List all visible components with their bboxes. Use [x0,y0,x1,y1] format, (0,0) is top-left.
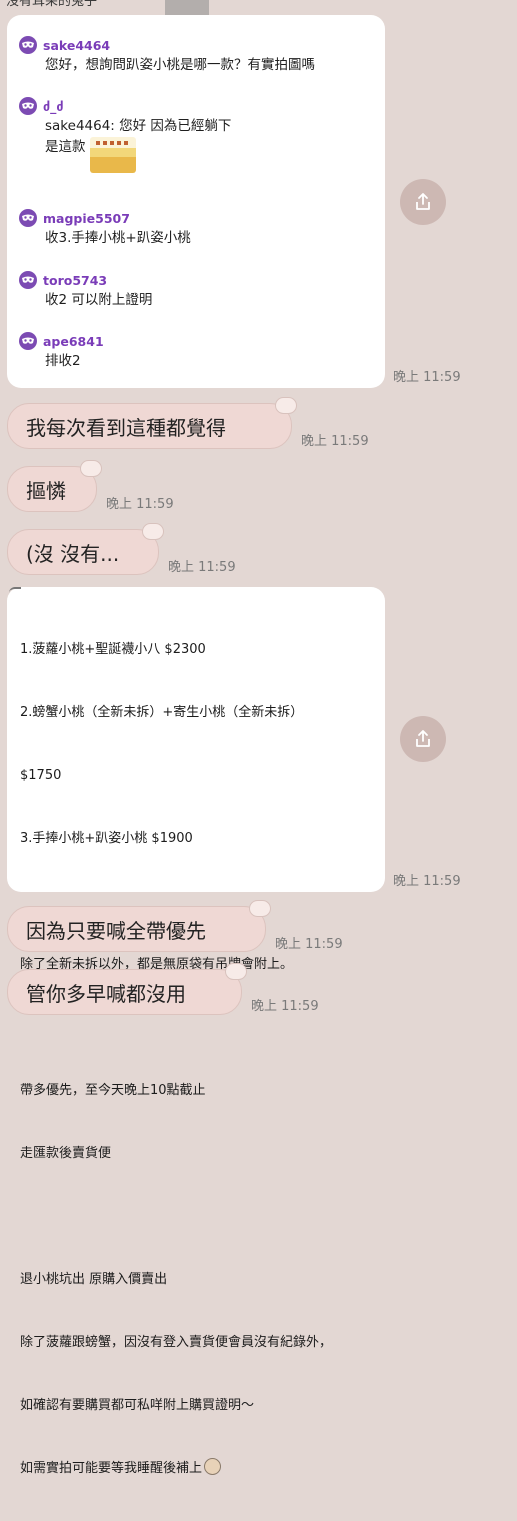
share-icon [416,730,430,747]
comment-username: sake4464 [43,37,111,53]
comment-text-line2: 是這款 [45,137,231,173]
mask-icon [19,36,37,54]
comment-username: toro5743 [43,272,108,288]
message-time: 晚上 11:59 [275,937,343,952]
post-body: 1.菠蘿小桃+聖誕襪小八 $2300 2.螃蟹小桃（全新未拆）+寄生小桃（全新未… [20,597,375,1521]
message-bubble[interactable]: 摳憐 [7,460,102,512]
message-time: 晚上 11:59 [168,560,236,575]
message-time: 晚上 11:59 [251,999,319,1014]
sender-name: 沒有耳朵的兔子 [6,0,98,9]
message-time: 晚上 11:59 [301,434,369,449]
message-time: 晚上 11:59 [393,370,461,385]
message-bubble[interactable]: 因為只要喊全帶優先 [7,900,271,952]
share-button[interactable] [400,716,446,762]
comment: ძ_ძ sake4464: 您好 因為已經躺下 是這款 [19,96,231,173]
post-line: 帶多優先，至今天晚上10點截止 [20,1083,206,1098]
post-line-last: 如需實拍可能要等我睡醒後補上 [20,1458,375,1479]
sticker-image[interactable] [89,137,136,173]
comment-username: magpie5507 [43,210,130,226]
shared-post-card[interactable]: 1.菠蘿小桃+聖誕襪小八 $2300 2.螃蟹小桃（全新未拆）+寄生小桃（全新未… [7,587,385,1476]
mask-icon [19,97,37,115]
comment: ape6841 排收2 [19,331,104,372]
message-bubble[interactable]: (沒 沒有... [7,523,164,575]
bubble-tail [80,460,102,477]
bubble-tail [142,523,164,540]
post-line-blank [20,1017,375,1038]
shared-comments-card[interactable]: sake4464 您好，想詢問趴姿小桃是哪一款？有實拍圖嗎 ძ_ძ sake44… [7,15,385,388]
face-emoji-icon [204,1458,222,1475]
share-icon [416,193,430,210]
mask-icon [19,271,37,289]
message-text: 摳憐 [26,478,66,503]
message-text: 因為只要喊全帶優先 [26,918,206,943]
post-line: $1750 [20,768,62,783]
quote-indicator [9,587,21,595]
comment-username: ძ_ძ [43,98,64,114]
mask-icon [19,332,37,350]
message-time: 晚上 11:59 [106,497,174,512]
post-line: 1.菠蘿小桃+聖誕襪小八 $2300 [20,642,206,657]
comment: magpie5507 收3.手捧小桃+趴姿小桃 [19,208,191,249]
comment-text: 收2 可以附上證明 [45,292,153,308]
comment-username: ape6841 [43,333,104,349]
comment: sake4464 您好，想詢問趴姿小桃是哪一款？有實拍圖嗎 [19,35,315,76]
message-text: 我每次看到這種都覺得 [26,415,226,440]
bubble-tail [249,900,271,917]
comment-text: 您好，想詢問趴姿小桃是哪一款？有實拍圖嗎 [45,57,315,73]
message-time: 晚上 11:59 [393,874,461,889]
mask-icon [19,209,37,227]
post-line: 如確認有要購買都可私咩附上購買證明～ [20,1398,255,1413]
comment-text: 是這款 [45,139,86,155]
message-bubble[interactable]: 我每次看到這種都覺得 [7,397,297,449]
post-line: 除了菠蘿跟螃蟹，因沒有登入賣貨便會員沒有紀錄外， [20,1335,333,1350]
message-bubble[interactable]: 管你多早喊都沒用 [7,963,247,1015]
comment-text: sake4464: 您好 因為已經躺下 [45,118,232,134]
bubble-tail [225,963,247,980]
message-text: 管你多早喊都沒用 [26,981,186,1006]
comment-text: 排收2 [45,353,81,369]
message-text: (沒 沒有... [26,541,120,566]
comment: toro5743 收2 可以附上證明 [19,270,152,311]
post-line: 3.手捧小桃+趴姿小桃 $1900 [20,831,193,846]
post-line: 走匯款後賣貨便 [20,1146,112,1161]
post-line: 2.螃蟹小桃（全新未拆）+寄生小桃（全新未拆） [20,705,304,720]
comment-text: 收3.手捧小桃+趴姿小桃 [45,230,191,246]
post-line: 退小桃坑出 原購入價賣出 [20,1272,168,1287]
share-button[interactable] [400,179,446,225]
post-line-blank [20,1206,375,1227]
post-line: 如需實拍可能要等我睡醒後補上 [20,1461,203,1476]
bubble-tail [275,397,297,414]
